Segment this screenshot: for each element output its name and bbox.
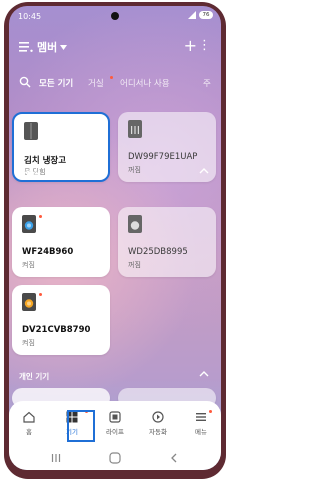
device-card-washer[interactable]: WF24B960 켜짐 (12, 207, 110, 277)
automation-icon (152, 411, 164, 423)
device-status: 켜짐 (22, 339, 35, 347)
tab-new-dot (110, 76, 113, 79)
section-title: 세탁실 (19, 169, 40, 178)
tab-anywhere[interactable]: 어디서나 사용 (120, 77, 170, 89)
section-header-laundry: 세탁실 (9, 166, 221, 180)
device-status: 켜짐 (22, 261, 35, 269)
nav-label: 메뉴 (195, 428, 207, 436)
dishwasher-icon (128, 120, 142, 138)
device-name: DV21CVB8790 (22, 325, 91, 335)
section-title: 개인 기기 (19, 372, 50, 381)
device-name: WD25DB8995 (128, 247, 188, 257)
system-navigation-bar (9, 449, 221, 470)
notification-dot (39, 293, 42, 296)
chevron-up-icon[interactable] (199, 369, 209, 379)
home-icon (23, 411, 35, 423)
search-icon[interactable] (19, 76, 31, 88)
status-time: 10:45 (18, 12, 42, 21)
notification-dot (39, 215, 42, 218)
battery-icon: 76 (199, 11, 213, 19)
device-name: WF24B960 (22, 247, 74, 257)
chevron-down-icon (60, 44, 68, 50)
status-bar: 10:45 76 (9, 6, 221, 28)
recent-apps-icon[interactable] (51, 452, 61, 464)
life-icon (109, 411, 121, 423)
chevron-up-icon[interactable] (199, 166, 209, 176)
status-icons: 76 (188, 11, 213, 19)
device-name: DW99F79E1UAP (128, 152, 198, 162)
nav-life[interactable]: 라이프 (98, 411, 132, 436)
home-button-icon[interactable] (109, 452, 121, 464)
tab-all-devices[interactable]: 모든 기기 (39, 77, 73, 89)
back-icon[interactable] (169, 452, 179, 464)
app-screen: 10:45 76 멤버 + ⋮ 모든 기기 거실 어디서나 사용 주 김치 냉장… (9, 6, 221, 470)
dryer-icon (22, 293, 36, 311)
tab-more[interactable]: 주 (203, 77, 211, 89)
tab-living-room[interactable]: 거실 (88, 77, 104, 89)
section-header-personal: 개인 기기 (9, 369, 221, 383)
menu-icon (196, 413, 206, 421)
more-options-button[interactable]: ⋮ (198, 39, 211, 52)
camera-cutout (111, 12, 119, 20)
list-menu-icon[interactable] (19, 41, 33, 53)
device-card-washer-dryer[interactable]: WD25DB8995 꺼짐 (118, 207, 216, 277)
signal-icon (188, 11, 196, 19)
nav-home[interactable]: 홈 (12, 411, 46, 436)
home-title: 멤버 (37, 41, 58, 54)
nav-label: 라이프 (106, 428, 124, 436)
app-header: 멤버 + ⋮ (9, 34, 221, 60)
device-name: 김치 냉장고 (24, 156, 67, 166)
washer-icon (128, 215, 142, 233)
nav-label: 홈 (26, 428, 32, 436)
nav-menu-dot (209, 410, 212, 413)
nav-automation[interactable]: 자동화 (141, 411, 175, 436)
fridge-icon (24, 122, 38, 140)
home-selector[interactable]: 멤버 (37, 39, 68, 55)
selected-nav-highlight (67, 410, 95, 442)
nav-label: 자동화 (149, 428, 167, 436)
phone: 10:45 76 멤버 + ⋮ 모든 기기 거실 어디서나 사용 주 김치 냉장… (0, 0, 230, 481)
device-card-dryer[interactable]: DV21CVB8790 켜짐 (12, 285, 110, 355)
nav-menu[interactable]: 메뉴 (184, 411, 218, 436)
device-status: 꺼짐 (128, 261, 141, 269)
washer-icon (22, 215, 36, 233)
bottom-navigation: 홈 기기 라이프 자동화 메뉴 (9, 401, 221, 449)
add-button[interactable]: + (184, 38, 197, 54)
room-tabs: 모든 기기 거실 어디서나 사용 주 (9, 76, 221, 96)
